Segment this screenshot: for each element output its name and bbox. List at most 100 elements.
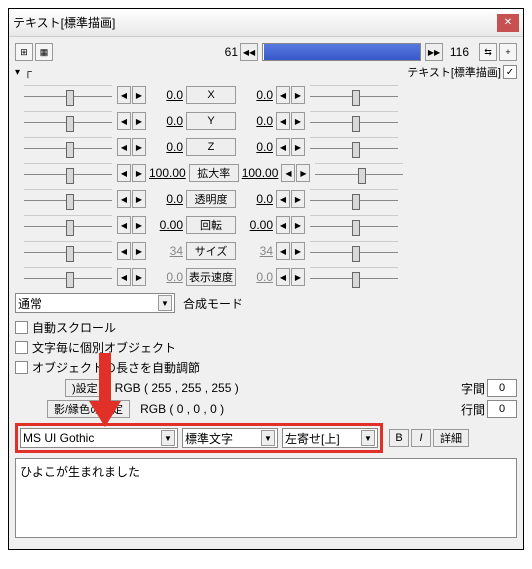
param-slider-right[interactable] [315, 163, 403, 183]
param-right-value[interactable]: 0.0 [237, 88, 275, 102]
dec-right-button[interactable]: ◀ [276, 190, 290, 208]
bold-button[interactable]: B [389, 429, 409, 447]
param-slider-right[interactable] [310, 189, 398, 209]
param-name-button[interactable]: 表示速度 [186, 268, 236, 286]
param-left-value[interactable]: 0.0 [147, 192, 185, 206]
dec-right-button[interactable]: ◀ [276, 112, 290, 130]
param-name-button[interactable]: Z [186, 138, 236, 156]
line-spacing-input[interactable]: 0 [487, 400, 517, 418]
inc-right-button[interactable]: ▶ [291, 216, 305, 234]
option-checkbox[interactable] [15, 341, 28, 354]
inc-left-button[interactable]: ▶ [132, 138, 146, 156]
param-slider-left[interactable] [24, 85, 112, 105]
dec-left-button[interactable]: ◀ [117, 112, 131, 130]
param-slider-left[interactable] [24, 111, 112, 131]
inc-left-button[interactable]: ▶ [132, 112, 146, 130]
tree-toggle-icon[interactable]: ▾ [15, 67, 20, 78]
inc-left-button[interactable]: ▶ [132, 268, 146, 286]
param-name-button[interactable]: 透明度 [186, 190, 236, 208]
param-name-button[interactable]: 回転 [186, 216, 236, 234]
rewind-button[interactable]: ◀◀ [240, 43, 258, 61]
tool-icon-2[interactable]: ▦ [35, 43, 53, 61]
dec-left-button[interactable]: ◀ [117, 268, 131, 286]
dec-left-button[interactable]: ◀ [117, 242, 131, 260]
param-slider-right[interactable] [310, 137, 398, 157]
param-left-value[interactable]: 0.0 [147, 140, 185, 154]
param-right-value[interactable]: 0.0 [237, 114, 275, 128]
param-left-value[interactable]: 34 [147, 244, 185, 258]
param-slider-left[interactable] [24, 215, 112, 235]
param-slider-right[interactable] [310, 85, 398, 105]
timeline-bar[interactable] [262, 43, 421, 61]
inc-right-button[interactable]: ▶ [291, 86, 305, 104]
param-left-value[interactable]: 0.00 [147, 218, 185, 232]
param-slider-left[interactable] [24, 163, 112, 183]
dec-left-button[interactable]: ◀ [117, 216, 131, 234]
param-slider-right[interactable] [310, 215, 398, 235]
dec-left-button[interactable]: ◀ [117, 190, 131, 208]
dec-right-button[interactable]: ◀ [276, 86, 290, 104]
dec-right-button[interactable]: ◀ [276, 138, 290, 156]
param-right-value[interactable]: 0.00 [237, 218, 275, 232]
param-right-value[interactable]: 100.00 [240, 166, 281, 180]
inc-right-button[interactable]: ▶ [291, 112, 305, 130]
italic-button[interactable]: I [411, 429, 431, 447]
inc-right-button[interactable]: ▶ [296, 164, 310, 182]
end-frame: 116 [445, 45, 469, 59]
param-slider-left[interactable] [24, 267, 112, 287]
param-right-value[interactable]: 0.0 [237, 270, 275, 284]
inc-left-button[interactable]: ▶ [132, 86, 146, 104]
font-style-select[interactable]: 標準文字 ▼ [182, 428, 278, 448]
dec-right-button[interactable]: ◀ [281, 164, 295, 182]
blend-mode-select[interactable]: 通常 ▼ [15, 293, 175, 313]
param-name-button[interactable]: X [186, 86, 236, 104]
inc-left-button[interactable]: ▶ [132, 190, 146, 208]
param-slider-left[interactable] [24, 241, 112, 261]
font-name-select[interactable]: MS UI Gothic ▼ [20, 428, 178, 448]
align-select[interactable]: 左寄せ[上] ▼ [282, 428, 378, 448]
inc-right-button[interactable]: ▶ [291, 268, 305, 286]
sync-icon[interactable]: ⇆ [479, 43, 497, 61]
param-name-button[interactable]: 拡大率 [189, 164, 239, 182]
param-right-value[interactable]: 0.0 [237, 192, 275, 206]
param-right-value[interactable]: 0.0 [237, 140, 275, 154]
param-left-value[interactable]: 100.00 [147, 166, 188, 180]
param-right-value[interactable]: 34 [237, 244, 275, 258]
inc-left-button[interactable]: ▶ [132, 216, 146, 234]
inc-right-button[interactable]: ▶ [291, 138, 305, 156]
option-checkbox[interactable] [15, 361, 28, 374]
char-spacing-input[interactable]: 0 [487, 379, 517, 397]
param-left-value[interactable]: 0.0 [147, 114, 185, 128]
text-input[interactable] [15, 458, 517, 538]
shadow-color-button[interactable]: 影/縁色の設定 [47, 400, 130, 418]
param-left-value[interactable]: 0.0 [147, 270, 185, 284]
blend-mode-value: 通常 [18, 295, 42, 312]
dec-left-button[interactable]: ◀ [117, 138, 131, 156]
inc-left-button[interactable]: ▶ [132, 164, 146, 182]
param-name-button[interactable]: Y [186, 112, 236, 130]
param-slider-left[interactable] [24, 137, 112, 157]
add-icon[interactable]: + [499, 43, 517, 61]
font-color-button[interactable]: )設定 [65, 379, 105, 397]
inc-left-button[interactable]: ▶ [132, 242, 146, 260]
close-button[interactable]: ✕ [497, 14, 519, 32]
dec-left-button[interactable]: ◀ [117, 86, 131, 104]
dec-right-button[interactable]: ◀ [276, 268, 290, 286]
dec-right-button[interactable]: ◀ [276, 242, 290, 260]
option-checkbox[interactable] [15, 321, 28, 334]
param-slider-right[interactable] [310, 267, 398, 287]
param-name-button[interactable]: サイズ [186, 242, 236, 260]
forward-button[interactable]: ▶▶ [425, 43, 443, 61]
detail-button[interactable]: 詳細 [433, 429, 469, 447]
param-slider-left[interactable] [24, 189, 112, 209]
inc-right-button[interactable]: ▶ [291, 242, 305, 260]
dec-right-button[interactable]: ◀ [276, 216, 290, 234]
tool-icon-1[interactable]: ⊞ [15, 43, 33, 61]
param-slider-right[interactable] [310, 241, 398, 261]
inc-right-button[interactable]: ▶ [291, 190, 305, 208]
group-enable-checkbox[interactable]: ✓ [503, 65, 517, 79]
shadow-color-text: RGB ( 0 , 0 , 0 ) [140, 402, 224, 416]
dec-left-button[interactable]: ◀ [117, 164, 131, 182]
param-slider-right[interactable] [310, 111, 398, 131]
param-left-value[interactable]: 0.0 [147, 88, 185, 102]
